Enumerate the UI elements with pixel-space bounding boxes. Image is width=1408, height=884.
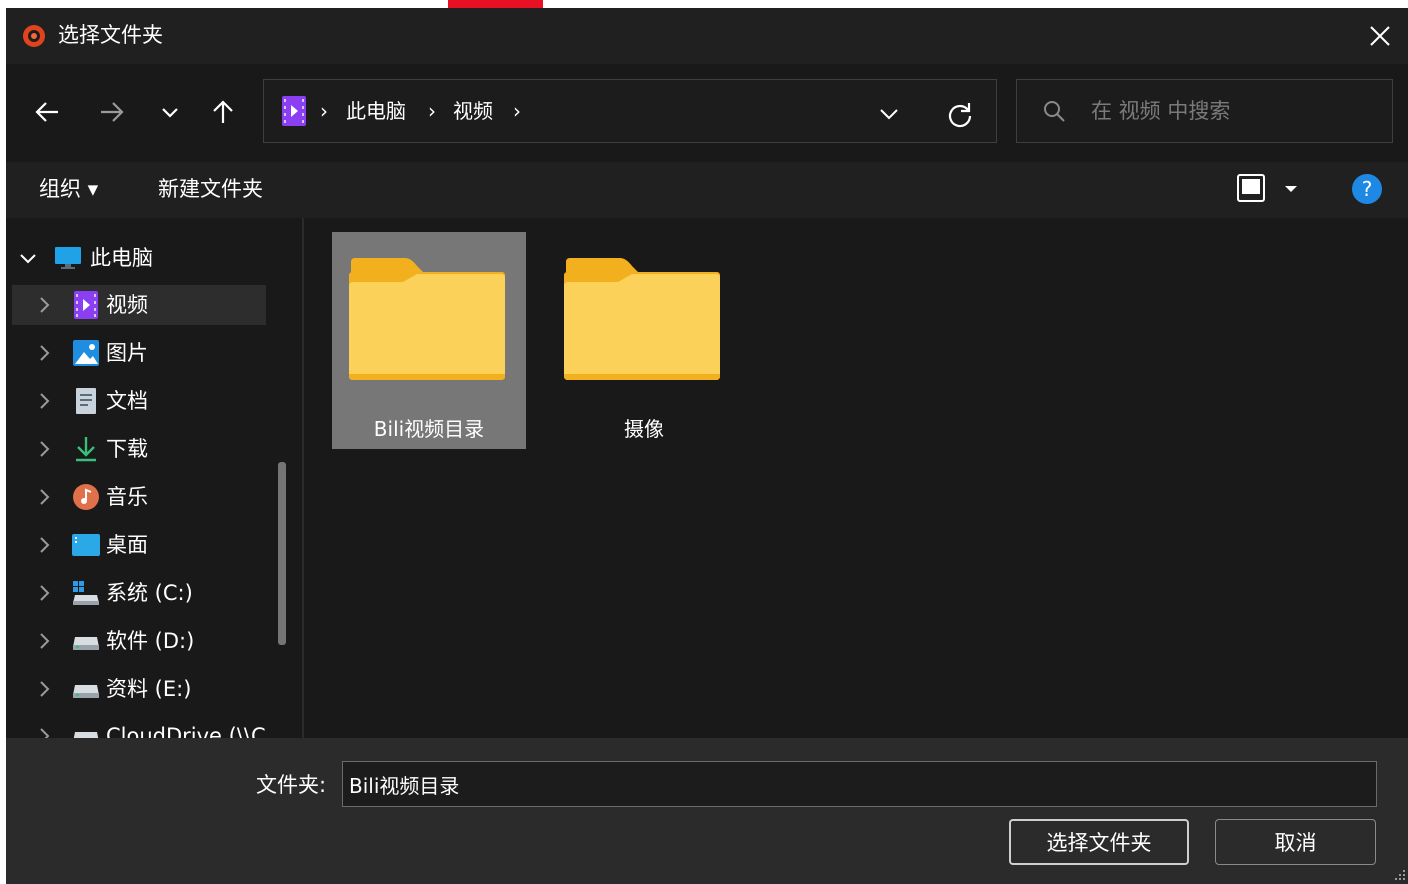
videos-folder-icon <box>282 96 306 130</box>
sidebar-item-drive-c[interactable]: 系统 (C:) <box>12 573 266 613</box>
refresh-icon <box>948 103 972 128</box>
sidebar-item-downloads[interactable]: 下载 <box>12 429 266 469</box>
folder-item-label: Bili视频目录 <box>373 417 485 441</box>
arrow-left-icon <box>35 102 58 122</box>
chevron-right-icon[interactable] <box>34 487 54 507</box>
cancel-button[interactable]: 取消 <box>1215 819 1376 865</box>
sidebar-item-clouddrive[interactable]: CloudDrive (\\C <box>12 716 266 738</box>
folder-content-view: Bili视频目录 摄像 <box>304 218 1408 738</box>
sidebar-item-music[interactable]: 音乐 <box>12 477 266 517</box>
resize-grip-icon[interactable] <box>1392 868 1406 882</box>
address-dropdown-button[interactable] <box>878 102 900 128</box>
chevron-right-icon[interactable] <box>34 391 54 411</box>
sidebar-item-label: 桌面 <box>106 533 148 557</box>
breadcrumb-this-pc[interactable]: 此电脑 <box>346 96 406 126</box>
sidebar-item-label: CloudDrive (\\C <box>106 724 266 738</box>
new-folder-button[interactable]: 新建文件夹 <box>158 174 263 204</box>
sidebar-item-label: 音乐 <box>106 485 148 509</box>
sidebar-item-label: 图片 <box>106 341 148 365</box>
select-folder-dialog: 选择文件夹 › 此电脑 › 视频 › 在 视频 中搜索 组织 ▾ 新建文件夹 ?… <box>6 8 1408 884</box>
sidebar-item-drive-e[interactable]: 资料 (E:) <box>12 669 266 709</box>
help-button[interactable]: ? <box>1352 174 1382 204</box>
taskbar-accent <box>448 0 543 8</box>
navigation-pane: 此电脑 视频 图片 文档 下载 音乐 桌面 系统 (C:) 软件 (D:) 资料… <box>6 218 302 738</box>
system-drive-icon <box>73 581 99 605</box>
chevron-right-icon[interactable] <box>34 726 54 738</box>
folder-item-label: 摄像 <box>624 417 664 441</box>
videos-folder-icon <box>74 291 98 319</box>
breadcrumb-videos[interactable]: 视频 <box>453 96 493 126</box>
computer-icon <box>55 247 81 269</box>
command-bar: 组织 ▾ 新建文件夹 ? <box>6 162 1408 218</box>
chevron-right-icon[interactable] <box>34 295 54 315</box>
breadcrumb-separator: › <box>513 99 521 123</box>
navigation-bar: › 此电脑 › 视频 › 在 视频 中搜索 <box>6 64 1408 162</box>
sidebar-item-label: 视频 <box>106 293 148 317</box>
folder-field-label: 文件夹: <box>256 773 327 797</box>
sidebar-item-pictures[interactable]: 图片 <box>12 333 266 373</box>
chevron-right-icon[interactable] <box>34 679 54 699</box>
search-icon <box>1043 100 1067 128</box>
sidebar-item-label: 软件 (D:) <box>106 629 195 653</box>
sidebar-item-this-pc[interactable]: 此电脑 <box>12 238 266 278</box>
chevron-down-icon <box>880 109 898 120</box>
back-button[interactable] <box>27 92 67 132</box>
organize-button[interactable]: 组织 ▾ <box>39 174 98 204</box>
select-folder-button[interactable]: 选择文件夹 <box>1009 819 1189 865</box>
folder-item-camera[interactable]: 摄像 <box>547 232 741 449</box>
chevron-right-icon[interactable] <box>34 439 54 459</box>
chevron-right-icon[interactable] <box>34 583 54 603</box>
pictures-folder-icon <box>73 340 99 366</box>
search-input[interactable]: 在 视频 中搜索 <box>1091 96 1230 126</box>
up-button[interactable] <box>203 92 243 132</box>
folder-name-input[interactable] <box>342 761 1377 807</box>
chevron-right-icon[interactable] <box>34 535 54 555</box>
sidebar-item-label: 资料 (E:) <box>106 677 192 701</box>
address-bar[interactable]: › 此电脑 › 视频 › <box>263 79 997 143</box>
sidebar-item-label: 文档 <box>106 389 148 413</box>
dialog-footer: 文件夹: 选择文件夹 取消 <box>6 738 1408 884</box>
documents-icon <box>76 388 96 414</box>
folder-icon <box>349 258 505 380</box>
sidebar-item-drive-d[interactable]: 软件 (D:) <box>12 621 266 661</box>
recent-locations-button[interactable] <box>150 92 190 132</box>
folder-icon <box>564 258 720 380</box>
chevron-right-icon[interactable] <box>34 631 54 651</box>
search-box[interactable]: 在 视频 中搜索 <box>1016 79 1393 143</box>
arrow-up-icon <box>213 100 233 123</box>
desktop-icon <box>72 534 100 556</box>
folder-item-bili[interactable]: Bili视频目录 <box>332 232 526 449</box>
title-bar: 选择文件夹 <box>6 8 1408 64</box>
refresh-button[interactable] <box>946 100 974 132</box>
sidebar-item-label: 此电脑 <box>90 246 153 270</box>
close-button[interactable] <box>1352 8 1408 64</box>
drive-icon <box>73 685 99 698</box>
sidebar-item-desktop[interactable]: 桌面 <box>12 525 266 565</box>
forward-button[interactable] <box>92 92 132 132</box>
breadcrumb-separator: › <box>320 99 328 123</box>
arrow-right-icon <box>101 102 124 122</box>
app-logo-icon <box>22 24 46 48</box>
sidebar-item-label: 下载 <box>106 437 148 461</box>
download-icon <box>76 437 96 462</box>
sidebar-item-videos[interactable]: 视频 <box>12 285 266 325</box>
close-icon <box>1370 26 1390 46</box>
sidebar-item-documents[interactable]: 文档 <box>12 381 266 421</box>
drive-icon <box>73 637 99 650</box>
chevron-down-icon[interactable] <box>18 248 38 268</box>
music-icon <box>73 484 99 510</box>
chevron-down-icon <box>162 108 178 118</box>
window-title: 选择文件夹 <box>58 23 163 47</box>
view-options-button[interactable] <box>1236 174 1306 208</box>
sidebar-item-label: 系统 (C:) <box>106 581 193 605</box>
view-pane-icon <box>1237 174 1297 202</box>
drive-icon <box>73 732 99 738</box>
chevron-right-icon[interactable] <box>34 343 54 363</box>
sidebar-scrollbar[interactable] <box>278 462 286 645</box>
breadcrumb-separator: › <box>428 99 436 123</box>
